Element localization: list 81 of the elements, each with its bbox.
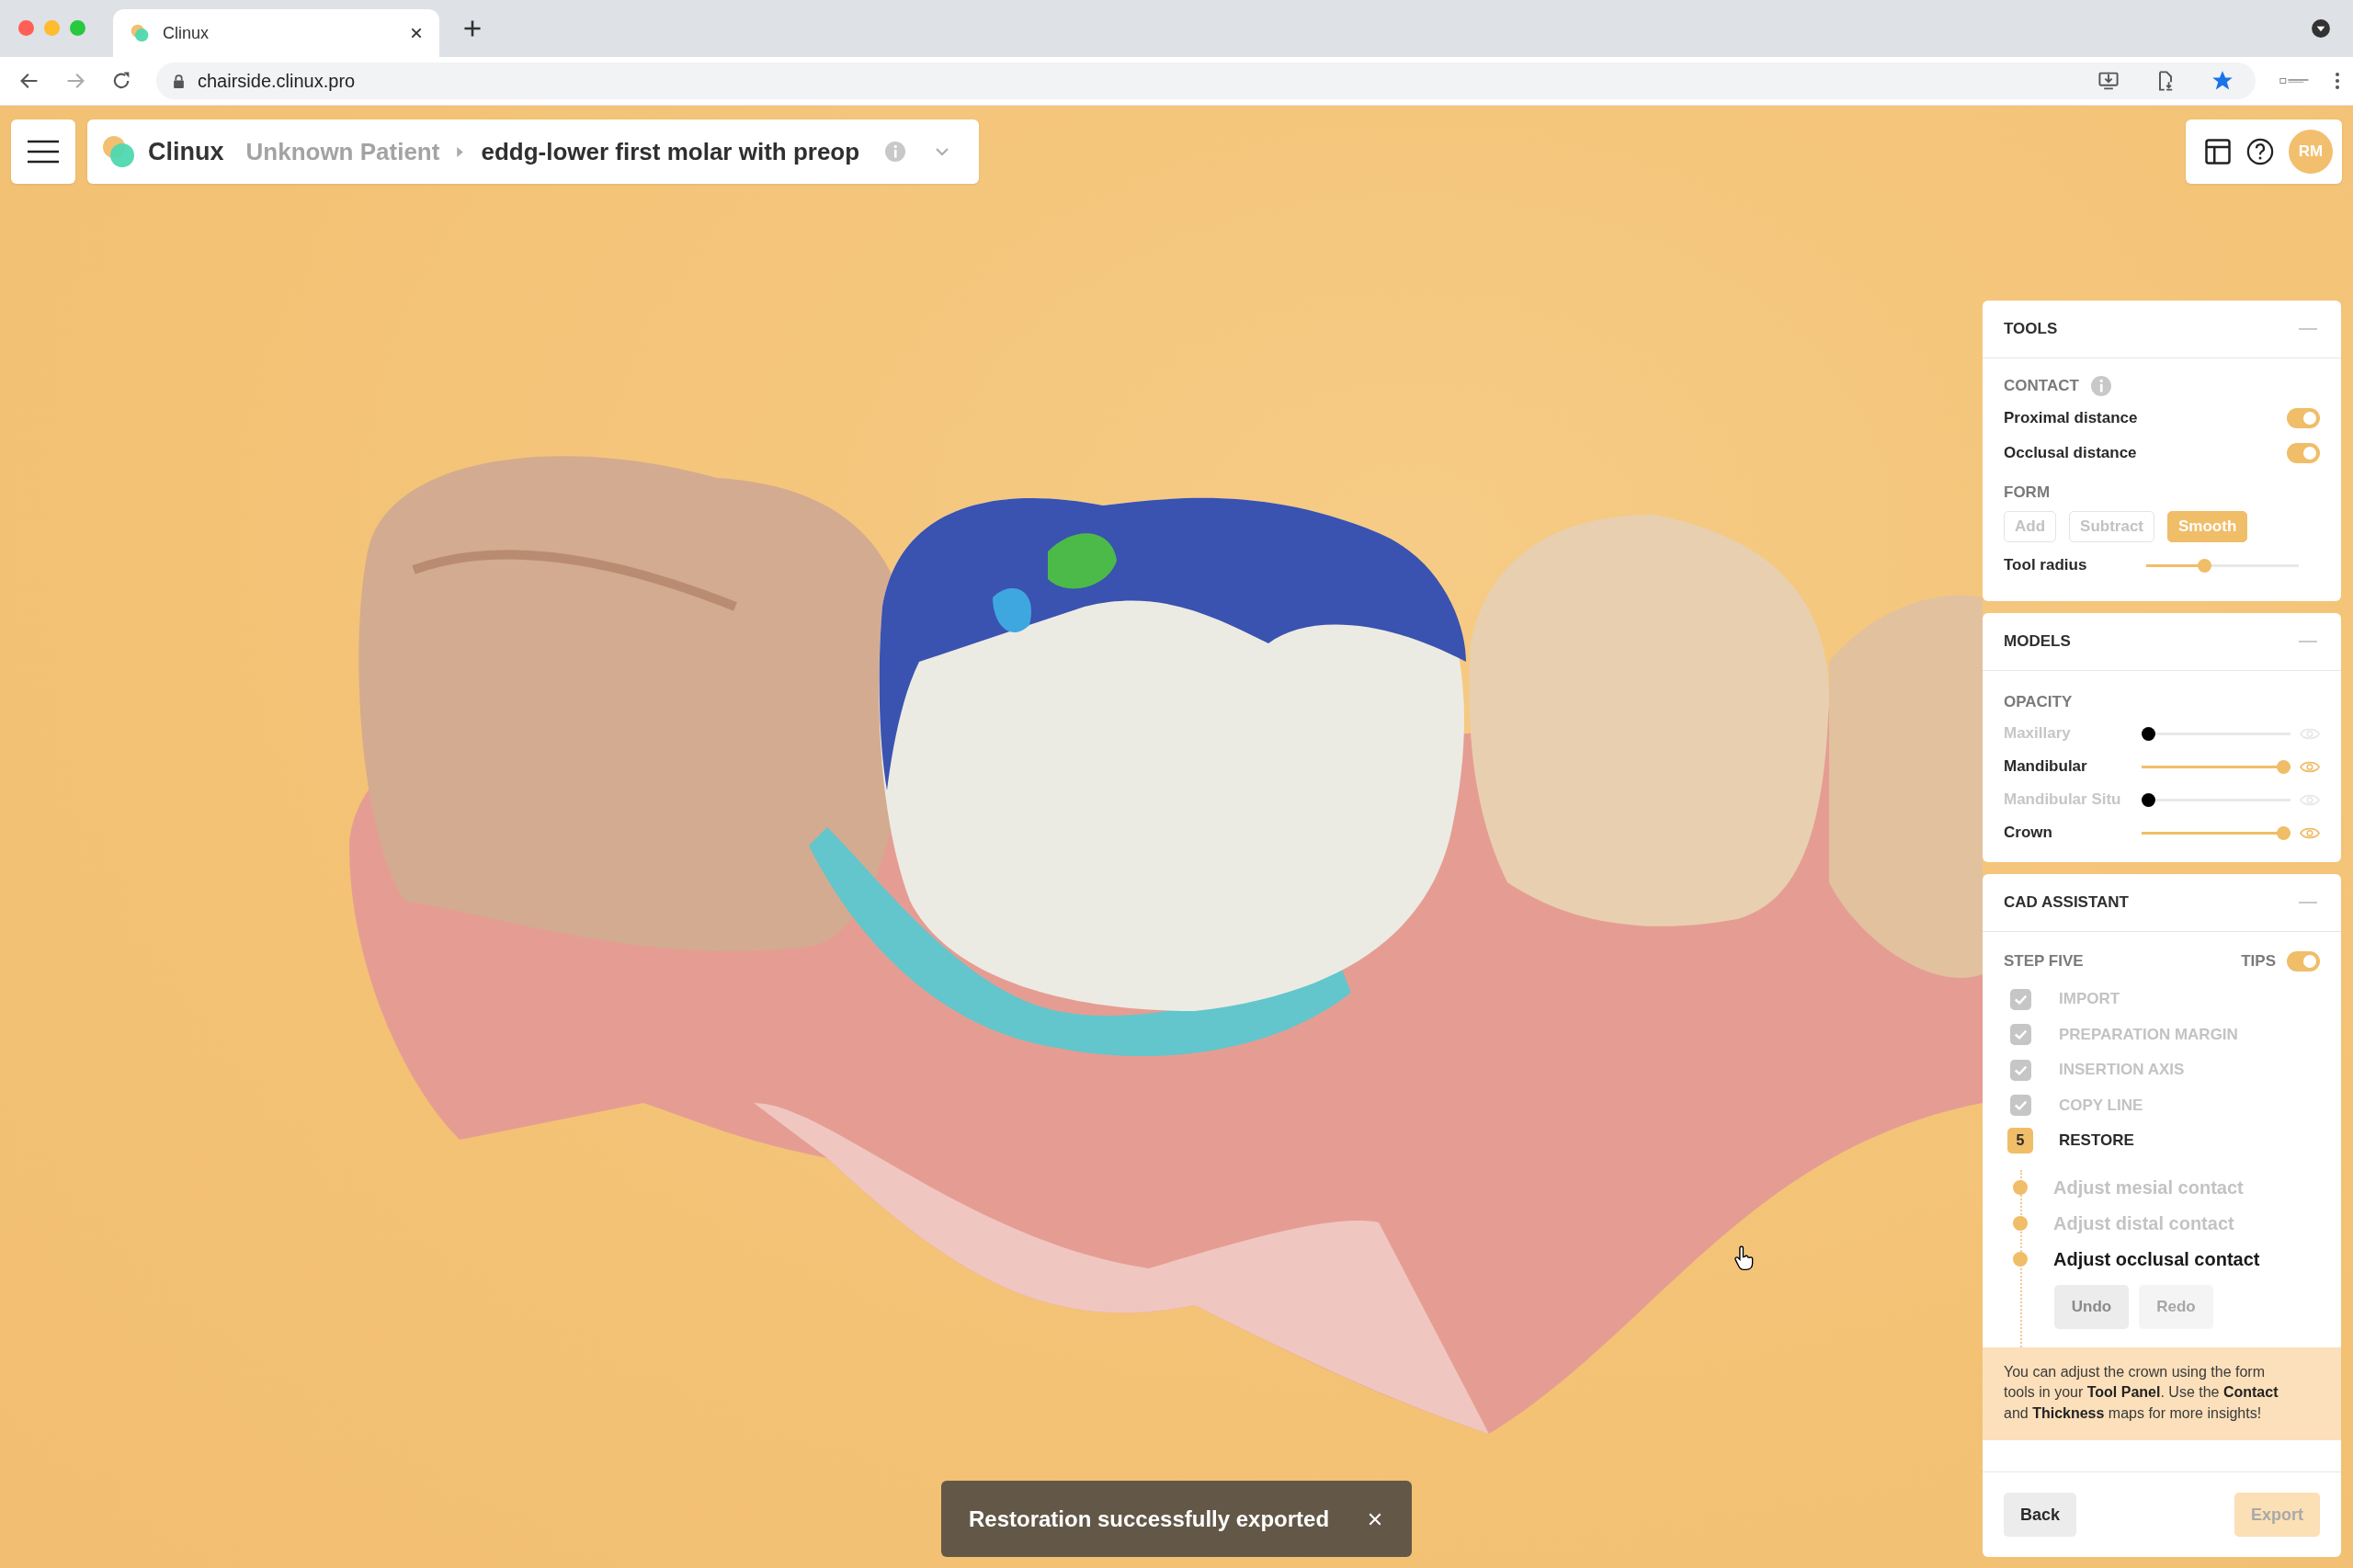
panel-title: CAD ASSISTANT <box>2004 893 2130 912</box>
checkbox-checked-icon <box>2010 988 2031 1010</box>
toggle-label: Proximal distance <box>2004 409 2138 427</box>
address-bar[interactable]: chairside.clinux.pro <box>156 62 2256 99</box>
close-icon <box>1368 1511 1382 1527</box>
slider-thumb[interactable] <box>2197 558 2211 573</box>
form-mode-button[interactable]: Smooth <box>2167 511 2248 542</box>
tip-text: You can adjust the crown using the form tools in your Tool Panel. Use the Contact and Thickness maps for more insights! <box>1983 1346 2341 1440</box>
panel-title: TOOLS <box>2004 320 2059 338</box>
substep-item[interactable]: Adjust occlusal contact <box>2053 1248 2260 1270</box>
toggle-label: Occlusal distance <box>2004 444 2137 462</box>
help-icon[interactable] <box>2246 138 2274 165</box>
model-label: Mandibular Situ <box>2004 790 2122 809</box>
step-label: IMPORT <box>2059 990 2120 1009</box>
substep-item[interactable]: Adjust distal contact <box>2053 1212 2234 1234</box>
toggle-switch[interactable] <box>2287 951 2320 971</box>
maximize-window-button[interactable] <box>70 19 85 36</box>
substep-item[interactable]: Adjust mesial contact <box>2053 1176 2244 1199</box>
checkbox-checked-icon <box>2010 1024 2031 1046</box>
close-tab-icon[interactable] <box>410 27 423 40</box>
tab-title: Clinux <box>163 23 210 43</box>
checkbox-checked-icon <box>2010 1059 2031 1081</box>
undo-button[interactable]: Undo <box>2054 1284 2129 1329</box>
star-icon[interactable] <box>2211 70 2234 92</box>
minimize-window-button[interactable] <box>44 19 60 36</box>
case-title: eddg-lower first molar with preop <box>481 137 860 166</box>
app-name: Clinux <box>148 137 224 166</box>
more-menu-icon[interactable] <box>2335 71 2340 91</box>
slider-thumb[interactable] <box>2277 825 2290 840</box>
section-label: CONTACT <box>2004 377 2079 395</box>
model-label: Maxillary <box>2004 724 2072 743</box>
menu-icon <box>27 140 60 164</box>
extension-icon[interactable] <box>2279 75 2311 86</box>
info-icon[interactable] <box>2090 376 2111 396</box>
eye-icon[interactable] <box>2300 759 2320 774</box>
model-label: Mandibular <box>2004 757 2088 776</box>
step-label: PREPARATION MARGIN <box>2059 1025 2238 1044</box>
user-avatar[interactable]: RM <box>2289 130 2333 174</box>
section-label: OPACITY <box>2004 693 2074 711</box>
toggle-switch[interactable] <box>2287 443 2320 463</box>
step-dot <box>2013 1252 2028 1267</box>
slider-thumb[interactable] <box>2142 726 2155 741</box>
eye-icon[interactable] <box>2300 825 2320 840</box>
toast-message: Restoration successfully exported <box>969 1506 1331 1532</box>
model-label: Crown <box>2004 824 2053 842</box>
install-app-icon[interactable] <box>2097 70 2120 92</box>
minus-icon <box>2299 640 2317 643</box>
chevron-down-icon[interactable] <box>935 147 950 156</box>
slider-thumb[interactable] <box>2277 759 2290 774</box>
toggle-switch[interactable] <box>2287 408 2320 428</box>
info-icon[interactable] <box>885 142 906 162</box>
minus-icon <box>2299 901 2317 904</box>
hand-cursor-icon <box>1733 1245 1754 1271</box>
step-label: STEP FIVE <box>2004 952 2084 971</box>
form-mode-button[interactable]: Subtract <box>2069 511 2154 542</box>
new-tab-icon[interactable] <box>463 19 482 38</box>
clinux-logo-icon <box>130 23 150 43</box>
clinux-logo-icon <box>100 133 137 170</box>
step-dot <box>2013 1216 2028 1231</box>
back-button[interactable]: Back <box>2004 1493 2076 1537</box>
form-mode-button[interactable]: Add <box>2004 511 2057 542</box>
minus-icon <box>2299 327 2317 331</box>
layout-icon[interactable] <box>2204 138 2232 165</box>
step-dot <box>2013 1180 2028 1195</box>
chevron-right-icon <box>456 145 465 158</box>
url-text: chairside.clinux.pro <box>198 70 356 92</box>
step-label: RESTORE <box>2059 1131 2134 1151</box>
slider-thumb[interactable] <box>2142 792 2155 807</box>
panel-title: MODELS <box>2004 632 2072 651</box>
close-window-button[interactable] <box>18 19 34 36</box>
section-label: FORM <box>2004 483 2052 502</box>
breadcrumb-link[interactable]: Unknown Patient <box>245 137 440 166</box>
lock-icon <box>173 74 185 88</box>
tips-label: TIPS <box>2241 952 2276 971</box>
browser-tab[interactable]: Clinux <box>113 9 439 57</box>
slider-label: Tool radius <box>2004 556 2088 574</box>
step-number: 5 <box>2007 1128 2033 1154</box>
menu-button[interactable] <box>11 119 75 184</box>
step-label: INSERTION AXIS <box>2059 1061 2185 1080</box>
checkbox-checked-icon <box>2010 1095 2031 1117</box>
step-label: COPY LINE <box>2059 1096 2143 1115</box>
